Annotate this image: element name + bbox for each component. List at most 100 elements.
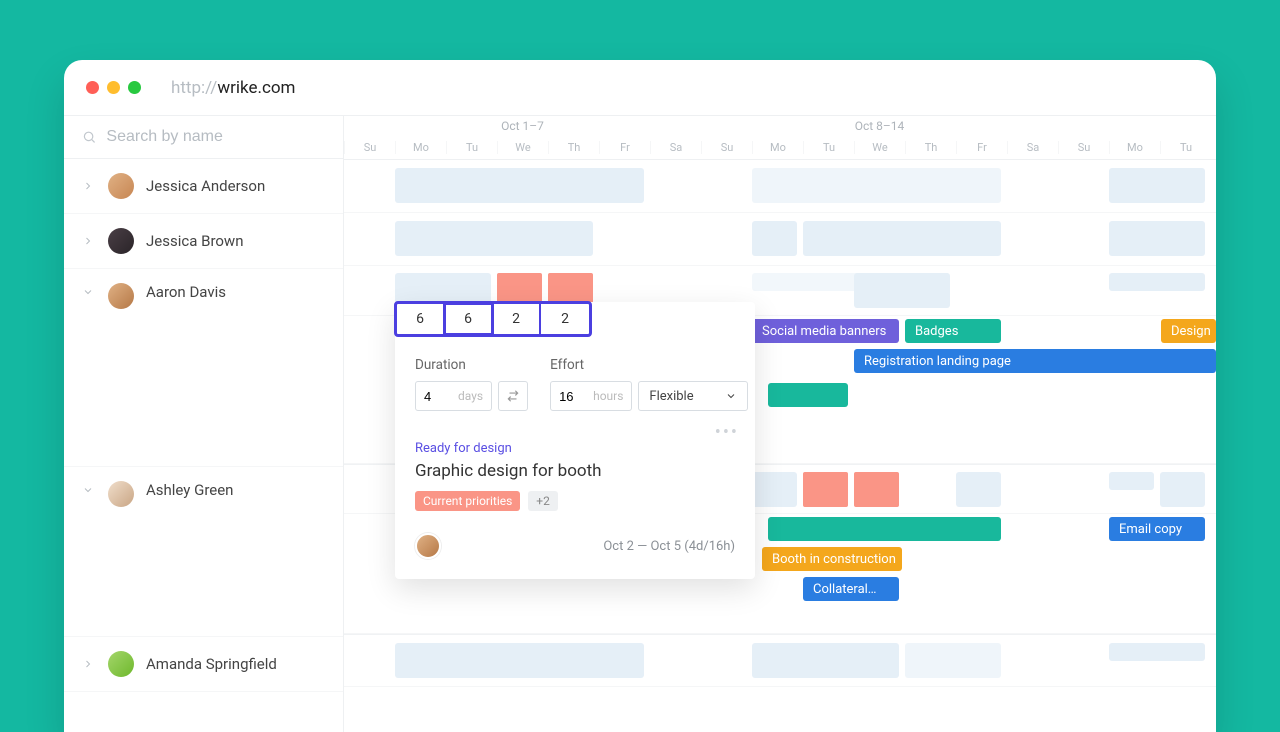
effort-cell[interactable]: 6 bbox=[445, 304, 493, 334]
avatar bbox=[108, 173, 134, 199]
week-label: Oct 1–7 bbox=[344, 119, 701, 133]
person-row-aaron-davis[interactable]: Aaron Davis bbox=[64, 269, 343, 467]
workload-block[interactable] bbox=[905, 643, 1001, 678]
day-label: Tu bbox=[446, 141, 497, 154]
effort-cell[interactable]: 6 bbox=[397, 304, 445, 334]
day-label: Mo bbox=[1109, 141, 1160, 154]
task-bar-email-copy[interactable]: Email copy bbox=[1109, 517, 1205, 541]
task-bar-design[interactable]: Design bbox=[1161, 319, 1216, 343]
person-row-ashley-green[interactable]: Ashley Green bbox=[64, 467, 343, 637]
workload-block[interactable] bbox=[1109, 221, 1205, 256]
task-title: Graphic design for booth bbox=[415, 461, 735, 481]
effort-mode-select[interactable]: Flexible bbox=[638, 381, 748, 411]
minimize-icon[interactable] bbox=[107, 81, 120, 94]
chevron-down-icon bbox=[725, 390, 737, 402]
close-icon[interactable] bbox=[86, 81, 99, 94]
duration-field[interactable] bbox=[416, 389, 458, 404]
person-name: Amanda Springfield bbox=[146, 655, 277, 673]
search-icon bbox=[82, 129, 96, 145]
task-bar-registration-page[interactable]: Registration landing page bbox=[854, 349, 1216, 373]
workload-block[interactable] bbox=[1160, 472, 1205, 507]
calendar-row bbox=[344, 160, 1216, 213]
effort-cell[interactable]: 2 bbox=[493, 304, 541, 334]
titlebar: http://wrike.com bbox=[64, 60, 1216, 116]
status-label[interactable]: Ready for design bbox=[415, 441, 735, 456]
workload-block[interactable] bbox=[395, 643, 644, 678]
task-editor-popup: 6 6 2 2 Duration days bbox=[395, 302, 755, 579]
workload-block[interactable] bbox=[395, 221, 593, 256]
day-label: Su bbox=[701, 141, 752, 154]
person-row-jessica-anderson[interactable]: Jessica Anderson bbox=[64, 159, 343, 214]
effort-unit: hours bbox=[593, 389, 631, 403]
workload-block-over[interactable] bbox=[854, 472, 899, 507]
task-label: Social media banners bbox=[762, 324, 886, 339]
workload-block[interactable] bbox=[1109, 168, 1205, 203]
swap-icon[interactable] bbox=[498, 381, 528, 411]
workload-block[interactable] bbox=[854, 273, 950, 308]
effort-cell[interactable]: 2 bbox=[541, 304, 589, 334]
day-label: We bbox=[497, 141, 548, 154]
task-bar-collateral[interactable]: Collateral… bbox=[803, 577, 899, 601]
week-label: Oct 8–14 bbox=[701, 119, 1058, 133]
workload-block-over[interactable] bbox=[803, 472, 848, 507]
workload-block[interactable] bbox=[1109, 472, 1154, 490]
workload-block[interactable] bbox=[752, 168, 1001, 203]
person-row-jessica-brown[interactable]: Jessica Brown bbox=[64, 214, 343, 269]
url-bar: http://wrike.com bbox=[171, 78, 295, 98]
tag-more-chip[interactable]: +2 bbox=[528, 491, 558, 511]
search-input[interactable] bbox=[106, 128, 325, 146]
day-label: Su bbox=[344, 141, 395, 154]
sidebar: Jessica Anderson Jessica Brown Aaron Dav… bbox=[64, 116, 344, 732]
day-label: We bbox=[854, 141, 905, 154]
avatar bbox=[108, 481, 134, 507]
avatar bbox=[108, 651, 134, 677]
assignee-avatar[interactable] bbox=[415, 533, 441, 559]
day-label: Tu bbox=[1160, 141, 1211, 154]
effort-input[interactable]: hours bbox=[550, 381, 632, 411]
day-label: Tu bbox=[803, 141, 854, 154]
task-label: Email copy bbox=[1119, 522, 1182, 537]
select-value: Flexible bbox=[649, 389, 693, 404]
workload-block[interactable] bbox=[752, 221, 797, 256]
tag-chip[interactable]: Current priorities bbox=[415, 491, 520, 511]
url-protocol: http:// bbox=[171, 78, 217, 98]
workload-block[interactable] bbox=[1109, 643, 1205, 661]
workload-block[interactable] bbox=[395, 168, 644, 203]
task-label: Badges bbox=[915, 324, 958, 339]
person-name: Jessica Brown bbox=[146, 232, 244, 250]
workload-block[interactable] bbox=[548, 168, 593, 203]
person-name: Aaron Davis bbox=[146, 283, 226, 301]
effort-label: Effort bbox=[550, 357, 748, 373]
day-label: Mo bbox=[752, 141, 803, 154]
maximize-icon[interactable] bbox=[128, 81, 141, 94]
effort-grid[interactable]: 6 6 2 2 bbox=[394, 301, 592, 337]
more-icon[interactable]: ••• bbox=[715, 422, 739, 443]
task-label: Registration landing page bbox=[864, 354, 1011, 369]
url-host: wrike.com bbox=[217, 78, 295, 98]
calendar-header: Oct 1–7 Oct 8–14 SuMoTuWeThFrSaSuMoTuWeT… bbox=[344, 116, 1216, 160]
workload-block[interactable] bbox=[956, 472, 1001, 507]
task-bar-badges[interactable]: Badges bbox=[905, 319, 1001, 343]
chevron-right-icon bbox=[82, 232, 96, 251]
person-name: Ashley Green bbox=[146, 481, 233, 499]
day-label: Th bbox=[905, 141, 956, 154]
day-label: Su bbox=[1058, 141, 1109, 154]
person-row-amanda-springfield[interactable]: Amanda Springfield bbox=[64, 637, 343, 692]
task-bar[interactable] bbox=[768, 383, 848, 407]
task-bar-social-banners[interactable]: Social media banners bbox=[752, 319, 899, 343]
calendar-row bbox=[344, 608, 1216, 634]
workload-block[interactable] bbox=[803, 221, 1001, 256]
workload-block[interactable] bbox=[752, 472, 797, 507]
calendar-row bbox=[344, 213, 1216, 266]
day-label: Th bbox=[548, 141, 599, 154]
effort-field[interactable] bbox=[551, 389, 593, 404]
chevron-down-icon bbox=[82, 481, 96, 500]
workload-block[interactable] bbox=[752, 643, 899, 678]
search-row bbox=[64, 116, 343, 159]
workload-block[interactable] bbox=[1109, 273, 1205, 291]
duration-input[interactable]: days bbox=[415, 381, 492, 411]
day-label: Fr bbox=[956, 141, 1007, 154]
task-bar-booth-construction[interactable]: Booth in construction bbox=[762, 547, 902, 571]
task-bar[interactable] bbox=[768, 517, 1001, 541]
calendar-row bbox=[344, 634, 1216, 687]
